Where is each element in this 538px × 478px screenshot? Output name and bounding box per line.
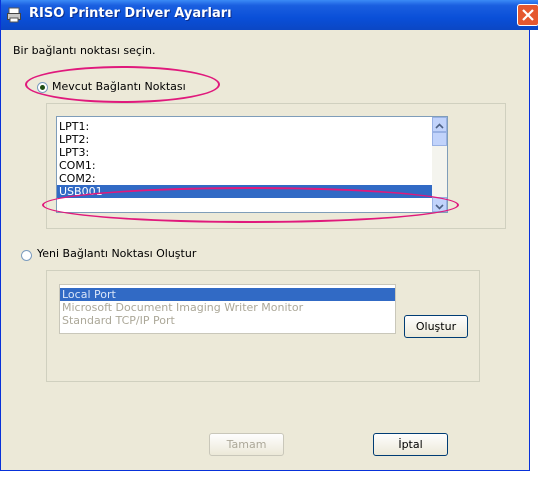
list-item[interactable]: Standard TCP/IP Port bbox=[60, 314, 395, 327]
list-item[interactable]: COM2: bbox=[57, 172, 447, 185]
cancel-button[interactable]: İptal bbox=[373, 433, 448, 456]
list-item[interactable]: LPT1: bbox=[57, 120, 447, 133]
new-port-radio[interactable] bbox=[21, 250, 32, 261]
highlight-ellipse-usb bbox=[42, 187, 459, 223]
dialog-body: Bir bağlantı noktası seçin. Mevcut Bağla… bbox=[4, 30, 528, 468]
list-item-selected[interactable]: Local Port bbox=[60, 288, 395, 301]
scroll-up-button[interactable] bbox=[432, 117, 447, 132]
create-button[interactable]: Oluştur bbox=[404, 315, 468, 338]
title-bar[interactable]: RISO Printer Driver Ayarları bbox=[1, 0, 538, 30]
list-item[interactable]: LPT2: bbox=[57, 133, 447, 146]
new-port-label[interactable]: Yeni Bağlantı Noktası Oluştur bbox=[37, 247, 196, 260]
close-button[interactable] bbox=[517, 4, 538, 26]
ok-button[interactable]: Tamam bbox=[209, 433, 284, 456]
dialog-window: RISO Printer Driver Ayarları Bir bağlant… bbox=[0, 0, 538, 471]
list-item[interactable]: COM1: bbox=[57, 159, 447, 172]
list-item[interactable]: LPT3: bbox=[57, 146, 447, 159]
highlight-ellipse-existing bbox=[25, 66, 220, 103]
prompt-label: Bir bağlantı noktası seçin. bbox=[13, 44, 156, 57]
window-title: RISO Printer Driver Ayarları bbox=[29, 6, 232, 21]
printer-icon bbox=[7, 7, 21, 23]
close-icon bbox=[522, 9, 534, 21]
list-item[interactable]: Microsoft Document Imaging Writer Monito… bbox=[60, 301, 395, 314]
port-type-list[interactable]: Local Port Microsoft Document Imaging Wr… bbox=[59, 284, 396, 334]
scroll-thumb[interactable] bbox=[432, 132, 447, 146]
